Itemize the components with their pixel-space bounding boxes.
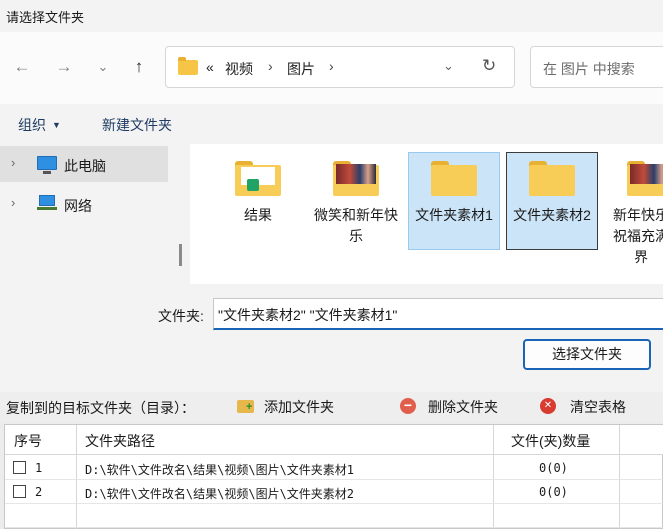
chevron-right-icon[interactable]: › (11, 195, 15, 210)
network-icon (37, 195, 57, 211)
folder-icon (529, 161, 575, 196)
search-input[interactable]: 在 图片 中搜索 (530, 46, 663, 88)
address-history-chevron-icon[interactable]: ⌄ (443, 58, 454, 74)
folder-icon (431, 161, 477, 196)
organize-label: 组织 (18, 117, 46, 133)
remove-icon: − (400, 398, 416, 414)
target-folder-title: 复制到的目标文件夹（目录）： (6, 400, 195, 416)
clear-icon: ✕ (540, 398, 556, 414)
folder-photo-icon (627, 161, 663, 196)
dialog-footer: 文件夹: "文件夹素材2" "文件夹素材1" 选择文件夹 (0, 284, 663, 392)
folder-photo-icon (333, 161, 379, 196)
folder-table: 序号 文件夹路径 文件(夹)数量 1 D:\软件\文件改名\结果\视频\图片\文… (4, 424, 663, 529)
row-count: 0(0) (539, 461, 568, 475)
sidebar-item-label: 此电脑 (64, 158, 106, 174)
table-row[interactable]: 1 D:\软件\文件改名\结果\视频\图片\文件夹素材1 0(0) (5, 456, 663, 480)
folder-label: 新年快乐祝福充满界 (613, 207, 663, 265)
delete-folder-button[interactable]: 删除文件夹 (428, 397, 498, 417)
sidebar-item-this-pc[interactable]: › 此电脑 (0, 146, 168, 182)
search-placeholder: 在 图片 中搜索 (543, 61, 635, 77)
row-index: 2 (35, 485, 43, 499)
command-toolbar: 组织 ▼ 新建文件夹 (0, 104, 663, 144)
row-path: D:\软件\文件改名\结果\视频\图片\文件夹素材1 (85, 463, 355, 477)
select-folder-button[interactable]: 选择文件夹 (523, 339, 651, 370)
row-checkbox[interactable] (13, 461, 26, 474)
recent-locations-chevron-icon[interactable]: ⌄ (92, 56, 114, 78)
table-row-empty (5, 504, 663, 528)
table-header: 序号 文件夹路径 文件(夹)数量 (5, 425, 663, 455)
computer-icon (37, 156, 57, 174)
breadcrumb-separator[interactable]: › (329, 58, 334, 74)
folder-item-selected[interactable]: 文件夹素材1 (408, 152, 500, 250)
folder-icon (178, 57, 198, 75)
folder-view: 结果 微笑和新年快乐 文件夹素材1 文件夹素材2 新年快乐祝福充满界 (190, 144, 663, 284)
table-row[interactable]: 2 D:\软件\文件改名\结果\视频\图片\文件夹素材2 0(0) (5, 480, 663, 504)
breadcrumb-pictures[interactable]: 图片 (287, 59, 315, 79)
column-header-count[interactable]: 文件(夹)数量 (511, 431, 590, 451)
dialog-title: 请选择文件夹 (6, 10, 85, 25)
back-arrow-icon[interactable]: ← (11, 56, 33, 78)
address-overflow[interactable]: « (206, 59, 214, 75)
folder-label: 文件夹素材1 (415, 207, 493, 223)
caret-down-icon: ▼ (52, 120, 61, 130)
target-folder-toolbar: 复制到的目标文件夹（目录）： 添加文件夹 − 删除文件夹 ✕ 清空表格 (0, 392, 663, 422)
add-folder-button[interactable]: 添加文件夹 (264, 397, 334, 417)
folder-excel-icon (235, 161, 281, 196)
sidebar-item-label: 网络 (64, 198, 92, 214)
navigation-bar: ← → ⌄ ↑ « 视频 › 图片 › ⌄ ↻ 在 图片 中搜索 (0, 32, 663, 104)
up-arrow-icon[interactable]: ↑ (128, 56, 150, 78)
add-folder-icon (237, 400, 254, 413)
new-folder-button[interactable]: 新建文件夹 (102, 115, 172, 135)
folder-item[interactable]: 结果 (212, 152, 304, 250)
row-count: 0(0) (539, 485, 568, 499)
refresh-icon[interactable]: ↻ (482, 56, 496, 76)
folder-label: 结果 (244, 207, 272, 223)
clear-table-button[interactable]: 清空表格 (570, 397, 626, 417)
row-path: D:\软件\文件改名\结果\视频\图片\文件夹素材2 (85, 487, 355, 501)
breadcrumb-videos[interactable]: 视频 (225, 59, 253, 79)
row-index: 1 (35, 461, 43, 475)
sidebar-item-network[interactable]: › 网络 (0, 186, 168, 222)
folder-item[interactable]: 微笑和新年快乐 (310, 152, 402, 250)
folder-label: 文件夹素材2 (513, 207, 591, 223)
dialog-titlebar: 请选择文件夹 (0, 0, 663, 32)
column-header-index[interactable]: 序号 (14, 431, 42, 451)
folder-picker-dialog: 请选择文件夹 ← → ⌄ ↑ « 视频 › 图片 › ⌄ ↻ 在 图片 中搜索 … (0, 0, 663, 392)
filename-label: 文件夹: (158, 308, 204, 324)
row-checkbox[interactable] (13, 485, 26, 498)
folder-label: 微笑和新年快乐 (314, 207, 398, 244)
chevron-right-icon[interactable]: › (11, 155, 15, 170)
organize-menu[interactable]: 组织 ▼ (18, 115, 61, 135)
folder-item[interactable]: 新年快乐祝福充满界 (604, 152, 663, 265)
column-header-path[interactable]: 文件夹路径 (85, 431, 155, 451)
breadcrumb-separator: › (268, 58, 273, 74)
folder-item-selected[interactable]: 文件夹素材2 (506, 152, 598, 250)
address-bar[interactable]: « 视频 › 图片 › ⌄ ↻ (165, 46, 515, 88)
filename-input[interactable]: "文件夹素材2" "文件夹素材1" (213, 298, 663, 330)
filename-value: "文件夹素材2" "文件夹素材1" (218, 307, 398, 323)
sidebar-scrollbar[interactable] (179, 244, 182, 266)
navigation-pane: › 此电脑 › 网络 (0, 144, 170, 284)
forward-arrow-icon[interactable]: → (53, 56, 75, 78)
